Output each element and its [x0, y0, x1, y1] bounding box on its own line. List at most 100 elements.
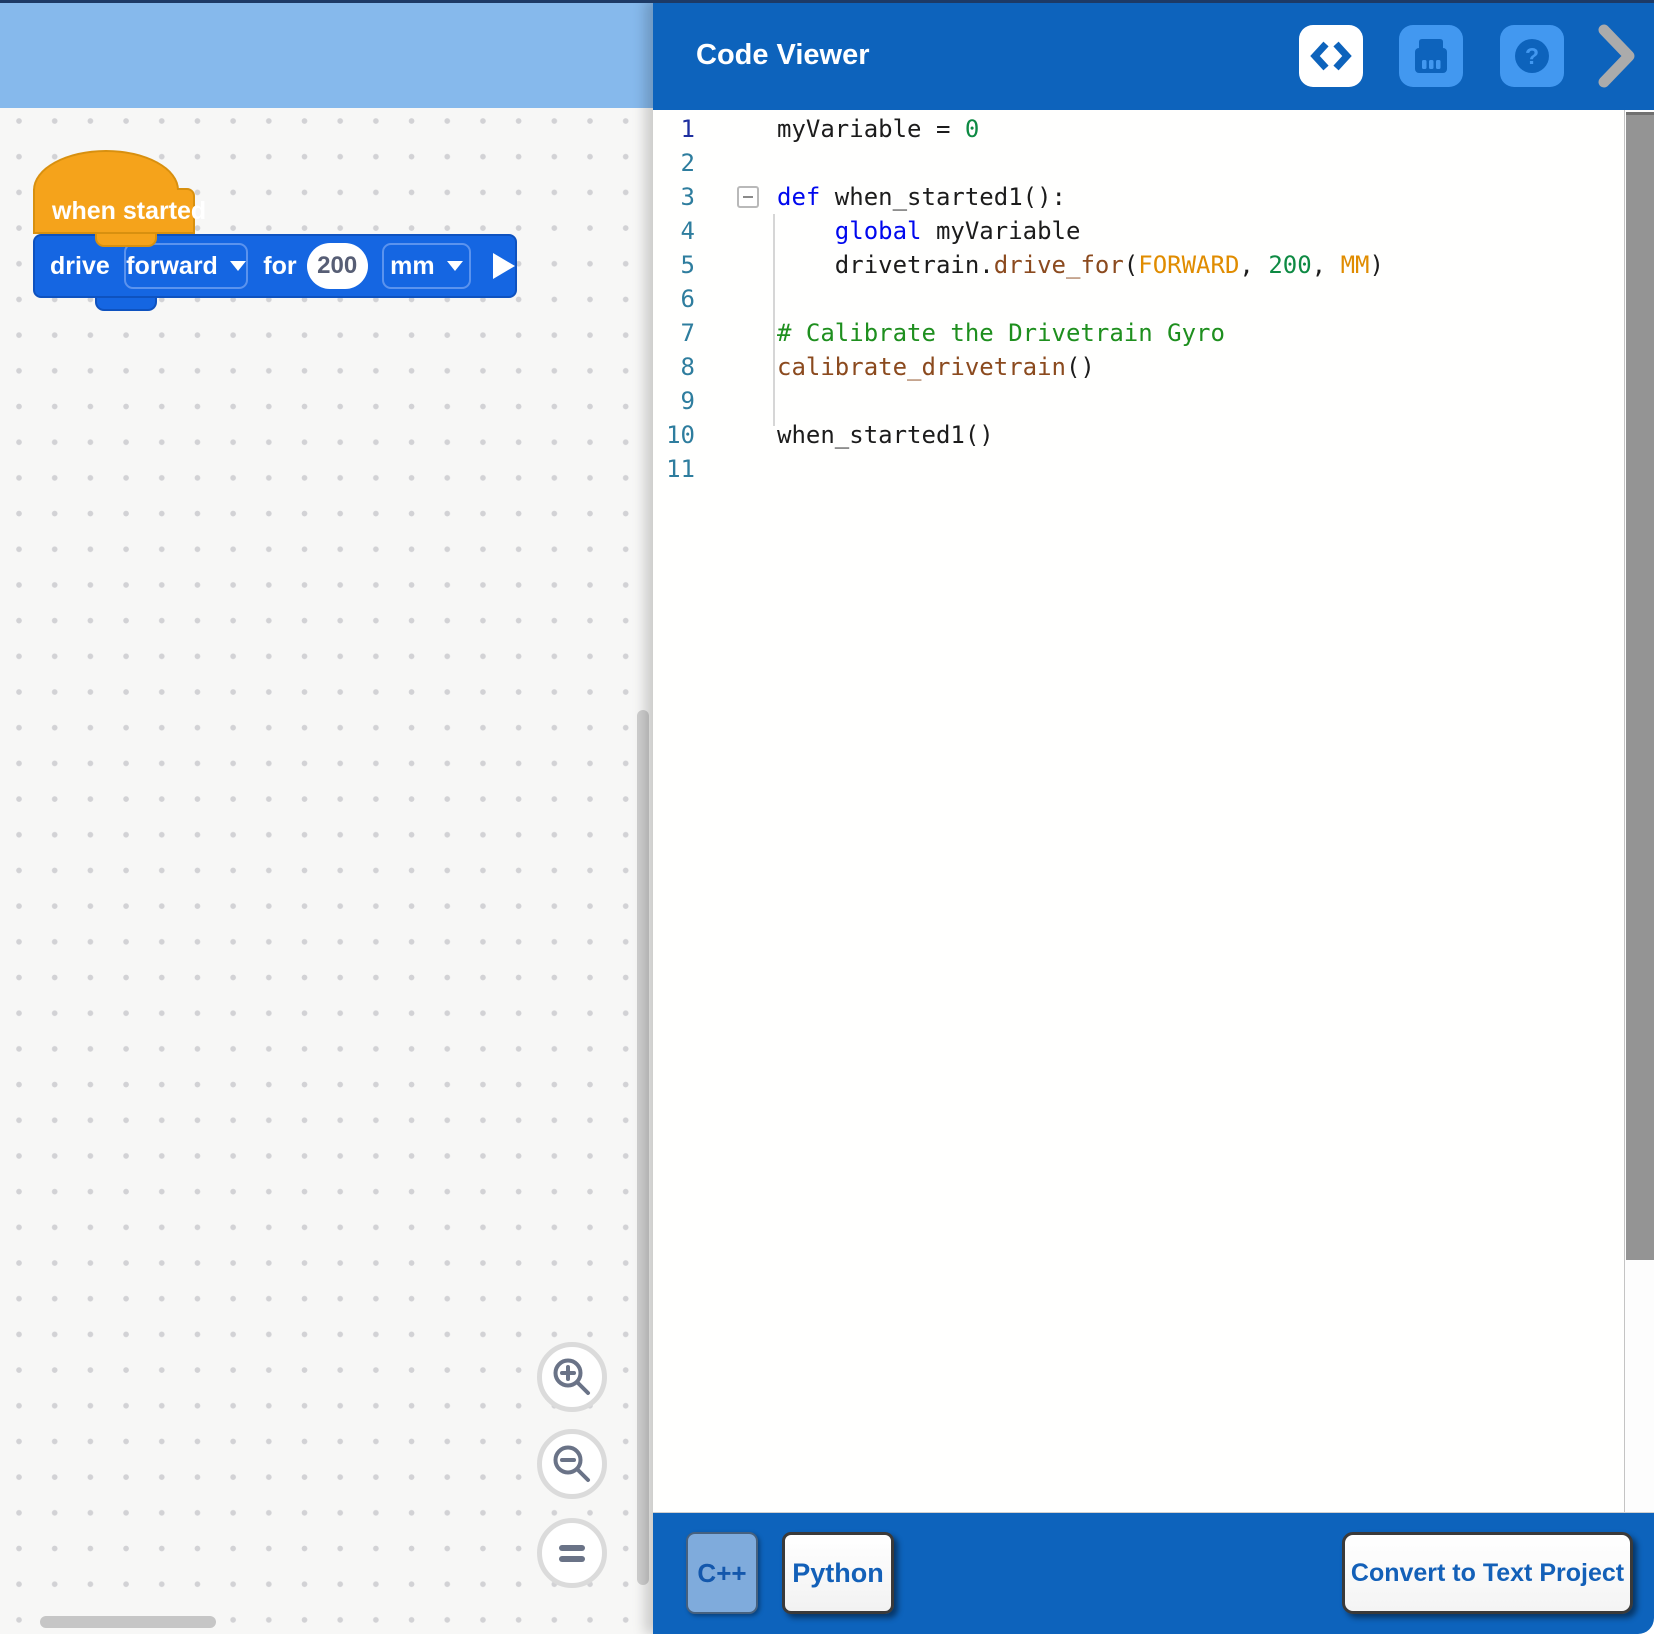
code-text: def when_started1():	[777, 180, 1613, 214]
distance-input[interactable]: 200	[307, 243, 368, 289]
when-started-block[interactable]: when started	[33, 188, 195, 234]
code-text	[777, 452, 1613, 486]
code-token: drive_for	[994, 251, 1124, 279]
code-text: calibrate_drivetrain()	[777, 350, 1613, 384]
zoom-out-button[interactable]	[537, 1429, 607, 1499]
editor-scrollbar-thumb[interactable]	[1626, 112, 1654, 1260]
code-token: 0	[965, 115, 979, 143]
convert-to-text-project-button[interactable]: Convert to Text Project	[1342, 1532, 1633, 1614]
fold-column	[701, 146, 777, 180]
vexcode-app: when started drive forward for 200 mm	[0, 0, 1654, 1634]
line-number: 9	[653, 384, 701, 418]
code-text	[777, 384, 1613, 418]
line-number: 5	[653, 248, 701, 282]
code-line: 9	[653, 384, 1613, 418]
code-token: ,	[1312, 251, 1341, 279]
code-token: 200	[1268, 251, 1311, 279]
fold-column	[701, 316, 777, 350]
line-number: 10	[653, 418, 701, 452]
cpp-language-button[interactable]: C++	[686, 1532, 758, 1614]
help-button[interactable]: ?	[1500, 25, 1564, 87]
for-label: for	[263, 252, 296, 281]
python-language-button[interactable]: Python	[782, 1532, 894, 1614]
unit-dropdown[interactable]: mm	[382, 243, 471, 289]
code-text: global myVariable	[777, 214, 1613, 248]
reset-zoom-button[interactable]	[537, 1518, 607, 1588]
chevron-down-icon	[447, 261, 463, 271]
fold-column	[701, 452, 777, 486]
vex-brain-icon	[1409, 34, 1453, 78]
unit-value: mm	[390, 252, 434, 281]
svg-text:?: ?	[1525, 43, 1539, 69]
collapse-panel-button[interactable]	[1593, 23, 1641, 89]
when-started-block-tab	[95, 234, 157, 247]
play-icon[interactable]	[493, 253, 515, 279]
question-mark-icon: ?	[1510, 34, 1554, 78]
code-token: def	[777, 183, 820, 211]
direction-value: forward	[126, 252, 218, 281]
code-token: drivetrain.	[777, 251, 994, 279]
code-token: ()	[1066, 353, 1095, 381]
code-viewer-footer: C++ Python Convert to Text Project	[653, 1512, 1654, 1634]
code-line: 6	[653, 282, 1613, 316]
workspace-horizontal-scrollbar[interactable]	[40, 1616, 216, 1628]
equals-bars-icon	[551, 1532, 593, 1574]
line-number: 2	[653, 146, 701, 180]
code-token: ,	[1239, 251, 1268, 279]
code-line: 8 calibrate_drivetrain()	[653, 350, 1613, 384]
chevron-right-icon	[1597, 24, 1637, 88]
code-line: 11	[653, 452, 1613, 486]
line-number: 8	[653, 350, 701, 384]
line-number: 4	[653, 214, 701, 248]
code-text: when_started1()	[777, 418, 1613, 452]
fold-column	[701, 214, 777, 248]
code-token: myVariable	[922, 217, 1081, 245]
code-viewer-title: Code Viewer	[696, 0, 870, 110]
code-text: drivetrain.drive_for(FORWARD, 200, MM)	[777, 248, 1613, 282]
zoom-in-button[interactable]	[537, 1342, 607, 1412]
fold-column	[701, 384, 777, 418]
line-number: 7	[653, 316, 701, 350]
code-text	[777, 282, 1613, 316]
code-token: myVariable =	[777, 115, 965, 143]
line-number: 3	[653, 180, 701, 214]
fold-toggle-icon[interactable]	[737, 186, 759, 208]
code-line: 5 drivetrain.drive_for(FORWARD, 200, MM)	[653, 248, 1613, 282]
when-started-label: when started	[52, 197, 206, 226]
toolbox-header-bar	[0, 3, 653, 108]
direction-dropdown[interactable]: forward	[124, 243, 248, 289]
code-token: FORWARD	[1138, 251, 1239, 279]
code-token: (	[1124, 251, 1138, 279]
magnifier-minus-icon	[551, 1443, 593, 1485]
code-text: # Calibrate the Drivetrain Gyro	[777, 316, 1613, 350]
code-token: when_started1():	[820, 183, 1066, 211]
code-line: 3 def when_started1():	[653, 180, 1613, 214]
code-line: 10 when_started1()	[653, 418, 1613, 452]
line-number: 6	[653, 282, 701, 316]
fold-column	[701, 180, 777, 214]
workspace-vertical-scrollbar[interactable]	[637, 710, 649, 1585]
code-line: 2	[653, 146, 1613, 180]
code-editor: 1myVariable = 023def when_started1():4 g…	[653, 110, 1654, 1512]
code-lines: 1myVariable = 023def when_started1():4 g…	[653, 112, 1613, 486]
code-text	[777, 146, 1613, 180]
chevron-down-icon	[230, 261, 246, 271]
line-number: 11	[653, 452, 701, 486]
code-text: myVariable = 0	[777, 112, 1613, 146]
code-brackets-icon	[1309, 36, 1353, 76]
code-token: MM	[1341, 251, 1370, 279]
code-view-button[interactable]	[1299, 25, 1363, 87]
editor-scrollbar-track[interactable]	[1624, 110, 1654, 1512]
drive-label: drive	[50, 252, 110, 281]
fold-column	[701, 112, 777, 146]
code-token: when_started1()	[777, 421, 994, 449]
fold-column	[701, 248, 777, 282]
code-line: 4 global myVariable	[653, 214, 1613, 248]
magnifier-plus-icon	[551, 1356, 593, 1398]
brain-view-button[interactable]	[1399, 25, 1463, 87]
code-token	[777, 217, 835, 245]
code-token: # Calibrate the Drivetrain Gyro	[777, 319, 1225, 347]
code-viewer-panel: Code Viewer ?	[653, 0, 1654, 1634]
window-top-edge	[0, 0, 1654, 3]
fold-column	[701, 282, 777, 316]
